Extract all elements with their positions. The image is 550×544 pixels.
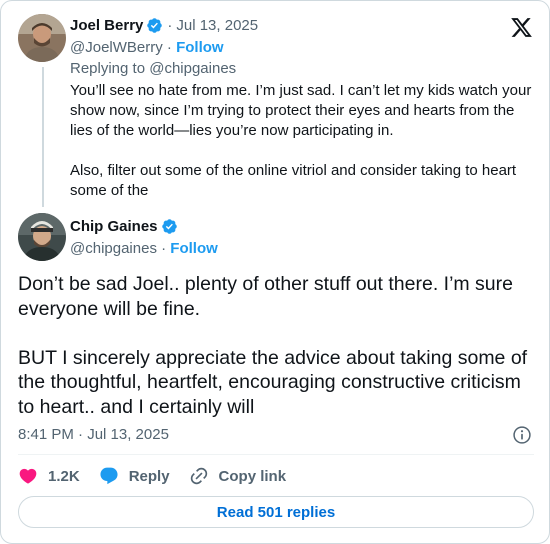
tweet-actions-bar: 1.2K Reply Copy link: [18, 464, 305, 488]
info-icon[interactable]: [512, 425, 532, 445]
actions-divider: [18, 454, 534, 455]
handle-separator: ·: [161, 240, 171, 257]
joel-berry-avatar[interactable]: [18, 14, 66, 62]
heart-icon: [19, 468, 37, 484]
main-author-row: Chip Gaines: [70, 218, 178, 235]
copy-link-label: Copy link: [218, 467, 287, 485]
handle-separator: ·: [166, 39, 177, 56]
like-button[interactable]: 1.2K: [18, 466, 80, 486]
x-logo-icon[interactable]: [510, 16, 533, 39]
parent-tweet-paragraph: You’ll see no hate from me. I’m just sad…: [70, 82, 532, 139]
speech-bubble-icon: [100, 467, 118, 485]
reply-button[interactable]: Reply: [99, 466, 170, 486]
parent-tweet-text: You’ll see no hate from me. I’m just sad…: [70, 81, 532, 201]
main-author-handle[interactable]: @chipgaines: [70, 240, 157, 257]
main-tweet-paragraph: BUT I sincerely appreciate the advice ab…: [18, 346, 528, 418]
tweet-embed-card: Joel Berry · Jul 13, 2025 @JoelWBerry · …: [0, 0, 550, 544]
follow-chip-button[interactable]: Follow: [170, 240, 218, 257]
reply-label: Reply: [128, 467, 170, 485]
read-replies-button[interactable]: Read 501 replies: [18, 496, 534, 528]
main-author-name[interactable]: Chip Gaines: [70, 218, 158, 235]
main-handle-row: @chipgaines · Follow: [70, 240, 218, 257]
parent-tweet-date[interactable]: Jul 13, 2025: [176, 17, 258, 34]
replying-to-label: Replying to @chipgaines: [70, 60, 237, 77]
chip-gaines-avatar[interactable]: [18, 213, 66, 261]
follow-joel-button[interactable]: Follow: [176, 39, 224, 56]
like-count: 1.2K: [48, 467, 80, 485]
verified-badge-icon: [146, 17, 163, 34]
parent-author-row: Joel Berry · Jul 13, 2025: [70, 17, 258, 34]
verified-badge-icon: [161, 218, 178, 235]
tweet-timestamp[interactable]: 8:41 PM · Jul 13, 2025: [18, 426, 169, 443]
date-separator: ·: [167, 17, 173, 34]
parent-author-name[interactable]: Joel Berry: [70, 17, 143, 34]
thread-connector-line: [42, 67, 44, 207]
parent-handle-row: @JoelWBerry · Follow: [70, 39, 224, 56]
copy-link-button[interactable]: Copy link: [189, 466, 287, 486]
link-icon: [190, 467, 207, 485]
parent-author-handle[interactable]: @JoelWBerry: [70, 39, 163, 56]
main-tweet-paragraph: Don’t be sad Joel.. plenty of other stuf…: [18, 273, 513, 320]
parent-tweet-paragraph: Also, filter out some of the online vitr…: [70, 162, 517, 199]
main-tweet-text: Don’t be sad Joel.. plenty of other stuf…: [18, 272, 534, 419]
